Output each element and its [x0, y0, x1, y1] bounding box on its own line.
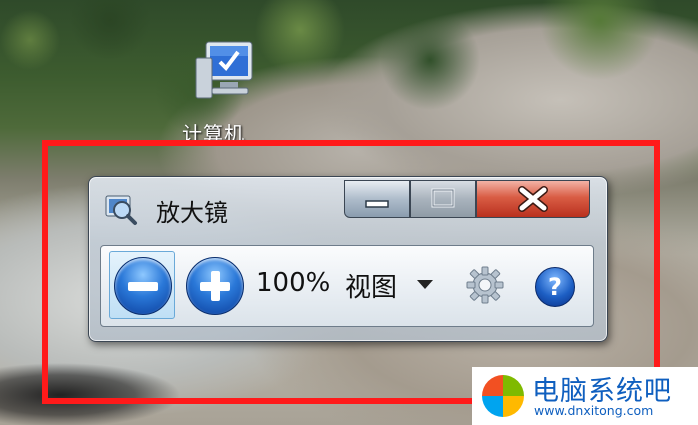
zoom-in-button[interactable] — [186, 257, 244, 315]
minimize-icon — [365, 200, 389, 208]
windows-logo-icon — [482, 375, 524, 417]
zoom-level: 100% — [256, 268, 331, 298]
desktop-background: 计算机 放大镜 100% 视图 ? 电脑系统吧 www.dnxitong.com — [0, 0, 698, 425]
magnifier-app-icon — [105, 195, 137, 225]
minimize-button[interactable] — [344, 180, 410, 218]
foliage-background — [0, 0, 698, 140]
close-button[interactable] — [476, 180, 590, 218]
view-dropdown[interactable]: 视图 — [345, 266, 440, 303]
computer-icon[interactable] — [192, 38, 262, 108]
gear-icon[interactable] — [465, 265, 505, 305]
close-icon — [518, 186, 548, 212]
watermark: 电脑系统吧 www.dnxitong.com — [472, 367, 698, 425]
zoom-out-button[interactable] — [114, 257, 172, 315]
chevron-down-icon — [417, 280, 433, 289]
help-button[interactable]: ? — [535, 267, 575, 307]
watermark-url: www.dnxitong.com — [534, 403, 654, 418]
minus-icon — [128, 282, 158, 291]
window-title: 放大镜 — [156, 199, 228, 227]
maximize-button[interactable] — [410, 180, 476, 218]
view-dropdown-label: 视图 — [345, 273, 398, 303]
plus-icon — [211, 271, 220, 301]
maximize-icon — [431, 188, 455, 208]
